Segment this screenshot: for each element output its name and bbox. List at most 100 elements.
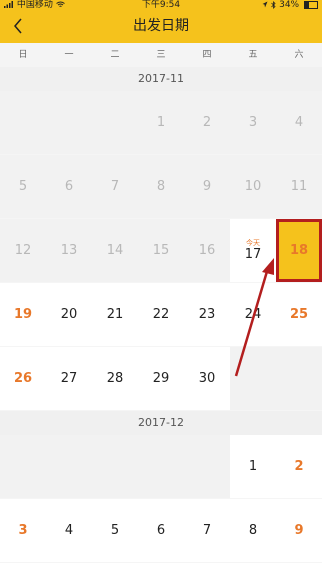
day-number: 11 [290,178,308,194]
day-number: 2 [202,114,212,130]
location-icon [262,1,268,8]
day-cell[interactable]: 19 [0,283,46,346]
empty-day-cell [92,91,138,154]
month-header: 2017-11 [0,67,322,91]
day-number: 9 [202,178,212,194]
status-bar: 中国移动 下午9:54 34% [0,0,322,10]
day-cell[interactable]: 2 [276,435,322,498]
status-right: 34% [262,0,318,10]
day-cell: 6 [46,155,92,218]
day-cell[interactable]: 26 [0,347,46,410]
week-row: 3456789 [0,499,322,563]
day-number: 12 [14,242,32,258]
day-number: 3 [248,114,258,130]
weekday-header: 日 一 二 三 四 五 六 [0,43,322,67]
day-cell: 2 [184,91,230,154]
today-day-cell[interactable]: 今天 17 [230,219,276,282]
day-cell[interactable]: 25 [276,283,322,346]
day-cell: 13 [46,219,92,282]
empty-day-cell [230,347,276,410]
day-number: 10 [244,178,262,194]
empty-day-cell [138,435,184,498]
weekday-mon: 一 [64,50,74,60]
day-number: 14 [106,242,124,258]
day-number: 28 [106,370,124,386]
day-number: 6 [64,178,74,194]
week-row: 19 20 21 22 23 24 25 [0,283,322,347]
day-number: 19 [13,306,33,322]
day-cell: 11 [276,155,322,218]
today-label: 今天 [246,238,260,247]
day-cell[interactable]: 22 [138,283,184,346]
day-number: 18 [289,242,309,258]
day-cell[interactable]: 20 [46,283,92,346]
day-number: 23 [198,306,216,322]
day-number: 13 [60,242,78,258]
day-number: 4 [294,114,304,130]
nav-bar: 出发日期 [0,10,322,43]
day-number: 30 [198,370,216,386]
day-cell: 10 [230,155,276,218]
empty-day-cell [276,347,322,410]
selected-day-cell[interactable]: 18 [276,219,322,282]
day-number: 16 [198,242,216,258]
day-cell: 3 [230,91,276,154]
day-cell: 8 [138,155,184,218]
day-cell[interactable]: 30 [184,347,230,410]
day-cell: 12 [0,219,46,282]
battery-icon [304,0,318,9]
day-cell[interactable]: 21 [92,283,138,346]
page-title: 出发日期 [133,18,189,34]
day-cell: 14 [92,219,138,282]
day-number: 17 [244,246,262,262]
day-cell[interactable]: 23 [184,283,230,346]
day-cell: 4 [276,91,322,154]
day-number: 22 [152,306,170,322]
week-row: 5 6 7 8 9 10 11 [0,155,322,219]
day-number: 2 [294,458,304,474]
day-number: 29 [152,370,170,386]
week-row: 26 27 28 29 30 [0,347,322,411]
day-number: 20 [60,306,78,322]
day-number: 1 [248,458,258,474]
day-number: 24 [244,306,262,322]
day-cell: 15 [138,219,184,282]
day-cell[interactable]: 1 [230,435,276,498]
week-row: 1 2 3 4 [0,91,322,155]
day-cell[interactable]: 27 [46,347,92,410]
empty-day-cell [0,435,46,498]
weekday-sun: 日 [18,50,28,60]
day-cell[interactable]: 28 [92,347,138,410]
battery-percent: 34% [279,0,300,10]
weekday-fri: 五 [248,50,258,60]
weekday-thu: 四 [202,50,212,60]
month-header: 2017-12 [0,411,322,435]
weekday-wed: 三 [156,50,166,60]
day-cell: 5 [0,155,46,218]
day-number: 21 [106,306,124,322]
day-cell: 7 [92,155,138,218]
day-number: 1 [156,114,166,130]
day-cell: 1 [138,91,184,154]
day-cell[interactable]: 24 [230,283,276,346]
empty-day-cell [46,91,92,154]
day-number: 5 [18,178,28,194]
day-number: 15 [152,242,170,258]
empty-day-cell [184,435,230,498]
day-cell: 9 [184,155,230,218]
empty-day-cell [92,435,138,498]
day-cell[interactable]: 29 [138,347,184,410]
day-cell: 16 [184,219,230,282]
day-number: 7 [110,178,120,194]
week-row: 12 13 14 15 16 今天 17 18 [0,219,322,283]
empty-day-cell [46,435,92,498]
day-number: 25 [289,306,309,322]
weekday-tue: 二 [110,50,120,60]
bluetooth-icon [271,0,276,9]
day-number: 8 [156,178,166,194]
week-row: 12 [0,435,322,499]
weekday-sat: 六 [294,50,304,60]
day-number: 27 [60,370,78,386]
empty-day-cell [0,91,46,154]
day-number: 26 [13,370,33,386]
